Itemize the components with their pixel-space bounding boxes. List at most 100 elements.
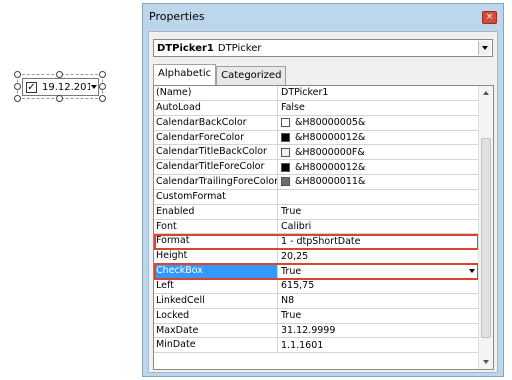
property-row-linkedcell[interactable]: LinkedCell N8 <box>154 293 479 309</box>
property-row-format[interactable]: Format 1 - dtpShortDate <box>154 234 479 250</box>
chevron-down-icon <box>469 268 475 273</box>
property-value[interactable]: &H80000005& <box>278 116 479 130</box>
property-value-text: &H8000000F& <box>295 146 365 158</box>
property-value-text: 1 - dtpShortDate <box>281 235 361 247</box>
scroll-thumb[interactable] <box>481 138 491 338</box>
property-row-name[interactable]: (Name) DTPicker1 <box>154 86 479 101</box>
color-swatch <box>281 147 290 157</box>
vertical-scrollbar[interactable] <box>478 86 493 369</box>
property-value-text: True <box>281 206 302 218</box>
resize-handle-tl[interactable] <box>14 71 21 78</box>
scroll-up-button[interactable] <box>479 86 493 100</box>
object-name: DTPicker1 <box>157 42 214 54</box>
property-value-text: &H80000012& <box>295 131 366 143</box>
property-value[interactable]: 615,75 <box>278 279 479 293</box>
property-row-calendartitlebackcolor[interactable]: CalendarTitleBackColor &H8000000F& <box>154 145 479 161</box>
property-name: Enabled <box>154 204 278 219</box>
property-name: (Name) <box>154 86 278 100</box>
property-value-text: True <box>281 310 302 322</box>
color-swatch <box>281 118 290 128</box>
dtpicker-date: 19.12.201 <box>42 81 90 93</box>
property-row-checkbox[interactable]: CheckBox True <box>154 264 479 279</box>
property-name: Locked <box>154 308 278 323</box>
dtpicker-control[interactable]: ✓ 19.12.201 <box>11 68 109 105</box>
property-row-enabled[interactable]: Enabled True <box>154 204 479 220</box>
resize-handle-tr[interactable] <box>99 71 106 78</box>
property-name: MaxDate <box>154 323 278 338</box>
property-name: CalendarTitleBackColor <box>154 145 278 160</box>
object-selector[interactable]: DTPicker1 DTPicker <box>153 39 493 57</box>
property-value[interactable]: Calibri <box>278 220 479 234</box>
property-row-autoload[interactable]: AutoLoad False <box>154 100 479 116</box>
property-value-text: &H80000012& <box>295 161 366 173</box>
property-value[interactable]: 20,25 <box>278 249 479 263</box>
property-name: AutoLoad <box>154 100 278 115</box>
object-selector-dropdown[interactable] <box>478 41 491 55</box>
tab-categorized[interactable]: Categorized <box>216 66 287 86</box>
chevron-down-icon <box>482 46 488 50</box>
tab-alphabetic[interactable]: Alphabetic <box>153 64 217 86</box>
property-row-calendartrailingforecolor[interactable]: CalendarTrailingForeColor &H80000011& <box>154 175 479 190</box>
property-value[interactable]: True <box>278 205 479 219</box>
property-value[interactable]: &H80000012& <box>278 160 479 174</box>
property-value[interactable]: True <box>278 264 479 278</box>
property-grid: (Name) DTPicker1 AutoLoad False CalendarBack… <box>153 85 494 370</box>
property-row-height[interactable]: Height 20,25 <box>154 249 479 265</box>
property-value-text: True <box>281 265 302 277</box>
property-value[interactable]: 31.12.9999 <box>278 324 479 338</box>
property-value[interactable]: True <box>278 309 479 323</box>
color-swatch <box>281 177 290 187</box>
property-row-calendarforecolor[interactable]: CalendarForeColor &H80000012& <box>154 130 479 146</box>
dropdown-arrow-icon[interactable] <box>91 85 97 89</box>
scroll-down-button[interactable] <box>479 355 493 369</box>
property-row-locked[interactable]: Locked True <box>154 308 479 324</box>
property-name: CalendarBackColor <box>154 115 278 130</box>
properties-window: Properties × DTPicker1 DTPicker Alphabet… <box>142 3 504 377</box>
property-name: LinkedCell <box>154 293 278 308</box>
property-value[interactable]: DTPicker1 <box>278 86 479 100</box>
property-value-text: False <box>281 102 305 114</box>
property-row-maxdate[interactable]: MaxDate 31.12.9999 <box>154 323 479 339</box>
value-dropdown-button[interactable] <box>466 264 478 277</box>
dtpicker-checkbox[interactable]: ✓ <box>26 81 37 93</box>
dtpicker-box[interactable]: ✓ 19.12.201 <box>22 78 99 96</box>
property-row-calendarbackcolor[interactable]: CalendarBackColor &H80000005& <box>154 115 479 131</box>
property-name: Format <box>154 234 278 249</box>
object-type: DTPicker <box>217 42 262 54</box>
property-name: Left <box>154 278 278 293</box>
property-value[interactable]: False <box>278 101 479 115</box>
resize-handle-l[interactable] <box>14 83 21 90</box>
property-row-calendartitleforecolor[interactable]: CalendarTitleForeColor &H80000012& <box>154 160 479 176</box>
property-name: Font <box>154 219 278 234</box>
property-value[interactable]: 1 - dtpShortDate <box>278 234 479 248</box>
color-swatch <box>281 162 290 172</box>
property-value-text: 20,25 <box>281 250 309 262</box>
property-value[interactable]: &H80000012& <box>278 131 479 145</box>
property-row-mindate[interactable]: MinDate 1.1.1601 <box>154 338 479 354</box>
property-value-text: Calibri <box>281 221 312 233</box>
resize-handle-b[interactable] <box>56 95 63 102</box>
property-name: CalendarTitleForeColor <box>154 160 278 175</box>
resize-handle-t[interactable] <box>56 71 63 78</box>
property-value[interactable]: &H80000011& <box>278 175 479 189</box>
title-bar[interactable]: Properties × <box>143 4 503 30</box>
property-value[interactable]: 1.1.1601 <box>278 338 479 352</box>
resize-handle-br[interactable] <box>99 95 106 102</box>
property-row-customformat[interactable]: CustomFormat <box>154 189 479 205</box>
property-value[interactable]: &H8000000F& <box>278 145 479 159</box>
property-row-left[interactable]: Left 615,75 <box>154 278 479 294</box>
property-name: CalendarTrailingForeColor <box>156 175 278 189</box>
property-value-text: N8 <box>281 295 295 307</box>
property-value[interactable]: N8 <box>278 294 479 308</box>
property-name: Height <box>154 249 278 264</box>
property-value-text: 1.1.1601 <box>281 339 324 351</box>
arrow-up-icon <box>483 91 489 95</box>
property-row-font[interactable]: Font Calibri <box>154 219 479 235</box>
resize-handle-bl[interactable] <box>14 95 21 102</box>
property-value-text: DTPicker1 <box>281 87 329 99</box>
property-list: (Name) DTPicker1 AutoLoad False CalendarBack… <box>154 86 479 354</box>
close-button[interactable]: × <box>482 11 497 24</box>
property-value[interactable] <box>278 190 479 204</box>
property-value-text: 31.12.9999 <box>281 324 336 336</box>
resize-handle-r[interactable] <box>99 83 106 90</box>
